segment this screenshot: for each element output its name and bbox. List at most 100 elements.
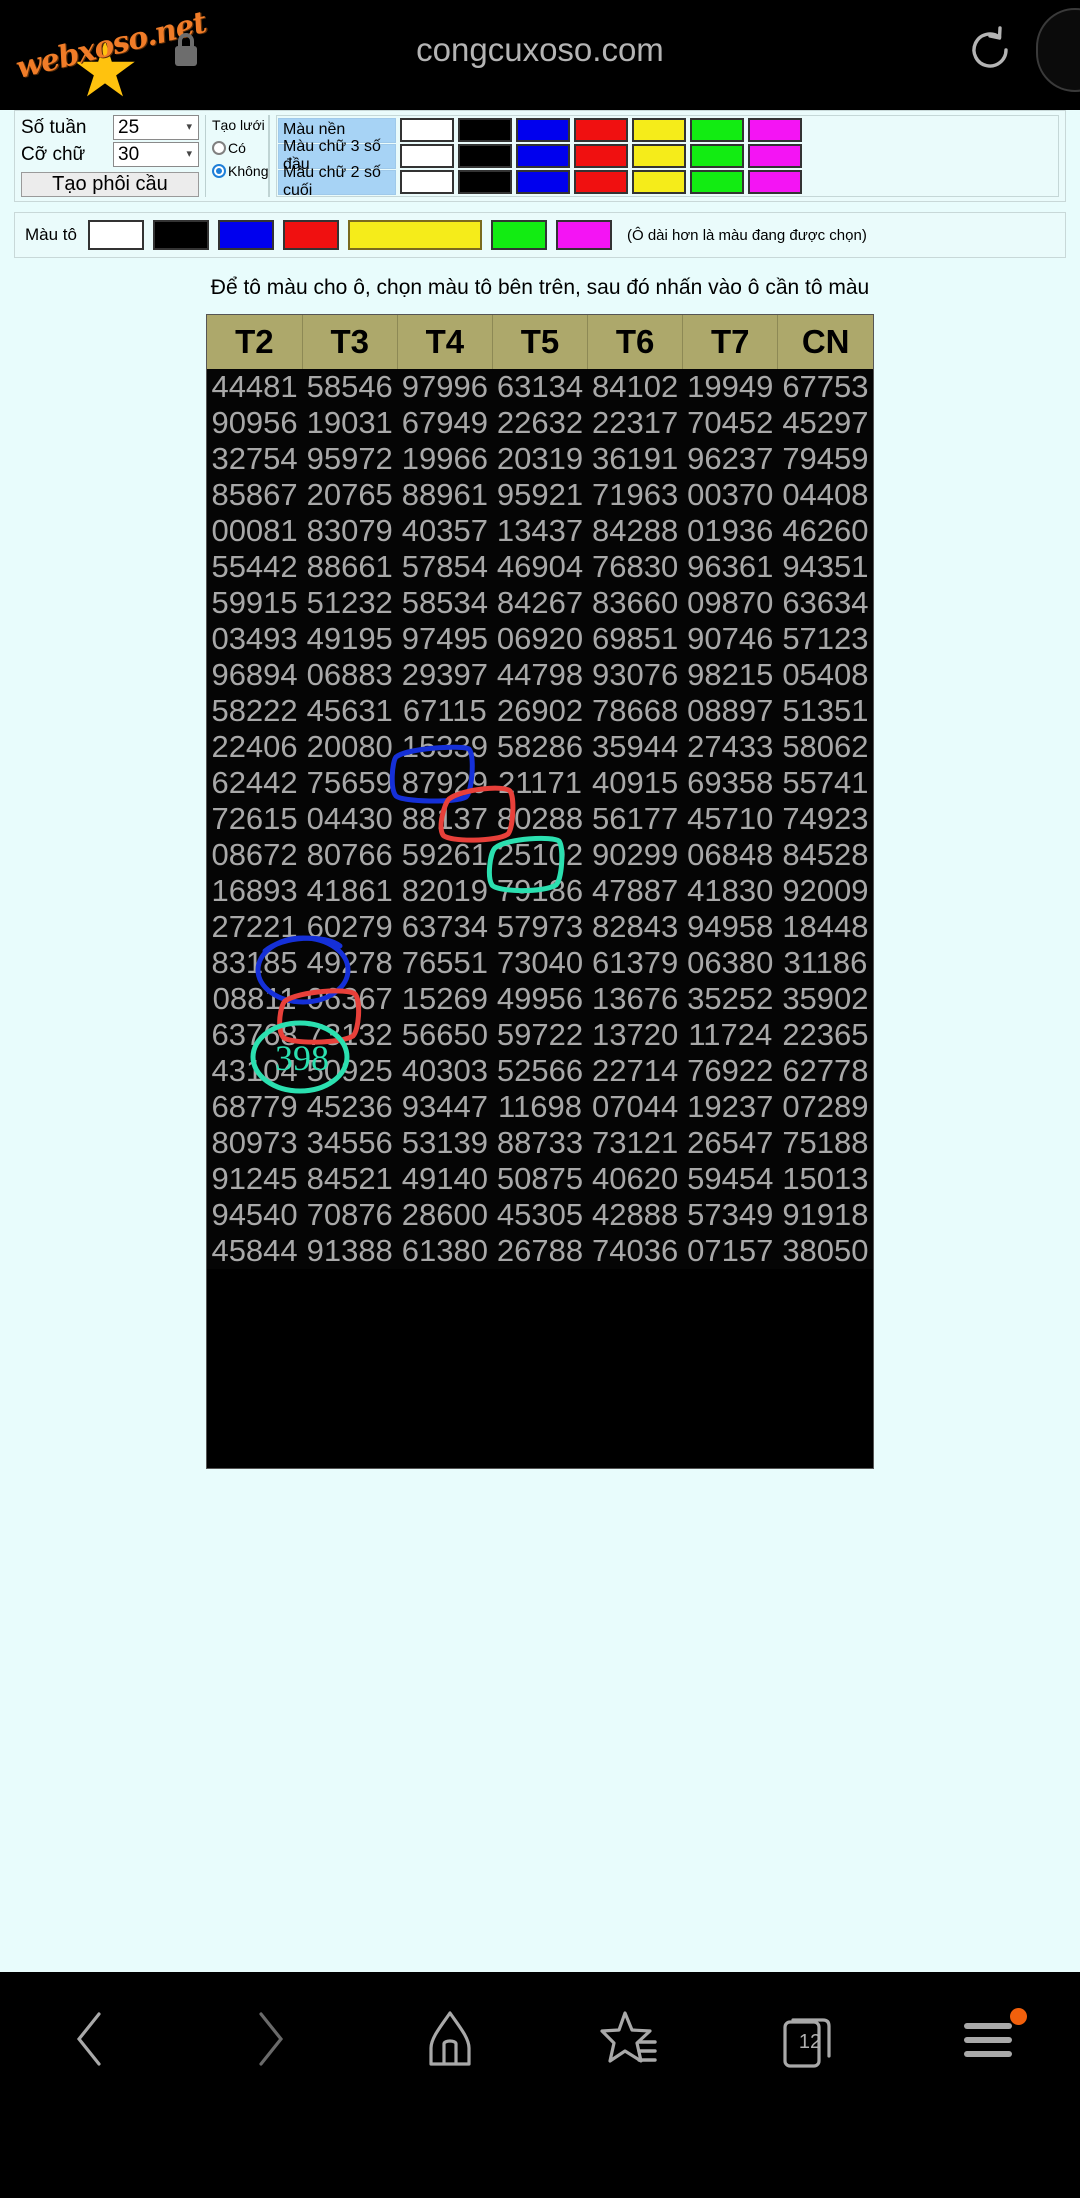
- grid-cell[interactable]: 90956: [207, 405, 303, 441]
- grid-cell[interactable]: 28600: [397, 1197, 493, 1233]
- grid-cell[interactable]: 70876: [302, 1197, 398, 1233]
- bg-swatch-yellow[interactable]: [632, 118, 686, 142]
- fill-swatch-yellow[interactable]: [347, 220, 482, 250]
- grid-cell[interactable]: 58534: [397, 585, 493, 621]
- grid-cell[interactable]: 84521: [302, 1161, 398, 1197]
- grid-cell[interactable]: 91388: [302, 1233, 398, 1269]
- grid-cell[interactable]: 31186: [777, 945, 873, 981]
- grid-cell[interactable]: 49195: [302, 621, 398, 657]
- grid-cell[interactable]: 60279: [302, 909, 398, 945]
- grid-cell[interactable]: 69358: [682, 765, 778, 801]
- grid-cell[interactable]: 56650: [397, 1017, 493, 1053]
- grid-cell[interactable]: 16893: [207, 873, 303, 909]
- grid-cell[interactable]: 01936: [682, 513, 778, 549]
- grid-cell[interactable]: 00081: [207, 513, 303, 549]
- grid-cell[interactable]: 20080: [302, 729, 398, 765]
- grid-cell[interactable]: 19237: [682, 1089, 778, 1125]
- first3-swatch-magenta[interactable]: [748, 144, 802, 168]
- grid-cell[interactable]: 79186: [492, 873, 588, 909]
- grid-cell[interactable]: 04408: [777, 477, 873, 513]
- grid-cell[interactable]: 57349: [682, 1197, 778, 1233]
- grid-cell[interactable]: 03493: [207, 621, 303, 657]
- grid-cell[interactable]: 26788: [492, 1233, 588, 1269]
- address-bar-title[interactable]: congcuxoso.com: [0, 31, 1080, 69]
- grid-cell[interactable]: 83660: [587, 585, 683, 621]
- grid-cell[interactable]: 76551: [397, 945, 493, 981]
- grid-cell[interactable]: 08811: [207, 981, 303, 1017]
- grid-cell[interactable]: 91918: [777, 1197, 873, 1233]
- grid-cell[interactable]: 96361: [682, 549, 778, 585]
- grid-cell[interactable]: 84288: [587, 513, 683, 549]
- grid-cell[interactable]: 21171: [492, 765, 588, 801]
- grid-cell[interactable]: 63634: [777, 585, 873, 621]
- grid-cell[interactable]: 97996: [397, 369, 493, 405]
- grid-cell[interactable]: 59261: [397, 837, 493, 873]
- bg-swatch-red[interactable]: [574, 118, 628, 142]
- grid-cell[interactable]: 84102: [587, 369, 683, 405]
- grid-cell[interactable]: 32754: [207, 441, 303, 477]
- grid-cell[interactable]: 05408: [777, 657, 873, 693]
- grid-cell[interactable]: 15269: [397, 981, 493, 1017]
- grid-cell[interactable]: 68779: [207, 1089, 303, 1125]
- grid-cell[interactable]: 07289: [777, 1089, 873, 1125]
- grid-cell[interactable]: 75659: [302, 765, 398, 801]
- grid-cell[interactable]: 55442: [207, 549, 303, 585]
- grid-cell[interactable]: 90299: [587, 837, 683, 873]
- grid-cell[interactable]: 06367: [302, 981, 398, 1017]
- grid-yes-option[interactable]: Có: [212, 136, 265, 159]
- last2-swatch-green[interactable]: [690, 170, 744, 194]
- grid-cell[interactable]: 87929: [397, 765, 493, 801]
- grid-cell[interactable]: 18448: [777, 909, 873, 945]
- grid-cell[interactable]: 73132: [302, 1017, 398, 1053]
- grid-cell[interactable]: 57854: [397, 549, 493, 585]
- grid-cell[interactable]: 40915: [587, 765, 683, 801]
- grid-cell[interactable]: 00370: [682, 477, 778, 513]
- grid-cell[interactable]: 46260: [777, 513, 873, 549]
- grid-cell[interactable]: 08672: [207, 837, 303, 873]
- grid-cell[interactable]: 97495: [397, 621, 493, 657]
- grid-cell[interactable]: 34556: [302, 1125, 398, 1161]
- grid-cell[interactable]: 58286: [492, 729, 588, 765]
- grid-cell[interactable]: 06883: [302, 657, 398, 693]
- grid-cell[interactable]: 58062: [777, 729, 873, 765]
- grid-cell[interactable]: 15339: [397, 729, 493, 765]
- grid-cell[interactable]: 45236: [302, 1089, 398, 1125]
- home-button[interactable]: [395, 1996, 505, 2086]
- tabs-button[interactable]: 12: [755, 1996, 865, 2086]
- grid-cell[interactable]: 11724: [682, 1017, 778, 1053]
- grid-cell[interactable]: 67949: [397, 405, 493, 441]
- first3-swatch-black[interactable]: [458, 144, 512, 168]
- grid-cell[interactable]: 22632: [492, 405, 588, 441]
- grid-cell[interactable]: 93076: [587, 657, 683, 693]
- grid-cell[interactable]: 75188: [777, 1125, 873, 1161]
- grid-cell[interactable]: 11698: [492, 1089, 588, 1125]
- grid-cell[interactable]: 13437: [492, 513, 588, 549]
- grid-cell[interactable]: 19031: [302, 405, 398, 441]
- grid-cell[interactable]: 71963: [587, 477, 683, 513]
- grid-cell[interactable]: 61379: [587, 945, 683, 981]
- grid-cell[interactable]: 88961: [397, 477, 493, 513]
- fill-swatch-green[interactable]: [490, 220, 547, 250]
- grid-cell[interactable]: 22406: [207, 729, 303, 765]
- grid-cell[interactable]: 45297: [777, 405, 873, 441]
- grid-cell[interactable]: 40357: [397, 513, 493, 549]
- fill-swatch-black[interactable]: [152, 220, 209, 250]
- lottery-grid[interactable]: T2 T3 T4 T5 T6 T7 CN 44481 58546 97996 63134 84102…: [207, 315, 873, 1269]
- grid-cell[interactable]: 45710: [682, 801, 778, 837]
- grid-cell[interactable]: 25102: [492, 837, 588, 873]
- grid-cell[interactable]: 53139: [397, 1125, 493, 1161]
- fill-swatch-blue[interactable]: [217, 220, 274, 250]
- fontsize-select[interactable]: 30 ▾: [113, 142, 199, 167]
- grid-cell[interactable]: 06920: [492, 621, 588, 657]
- grid-cell[interactable]: 51232: [302, 585, 398, 621]
- first3-swatch-yellow[interactable]: [632, 144, 686, 168]
- grid-cell[interactable]: 06380: [682, 945, 778, 981]
- grid-cell[interactable]: 88137: [397, 801, 493, 837]
- grid-cell[interactable]: 40620: [587, 1161, 683, 1197]
- grid-cell[interactable]: 72615: [207, 801, 303, 837]
- grid-cell[interactable]: 04430: [302, 801, 398, 837]
- grid-cell[interactable]: 74036: [587, 1233, 683, 1269]
- grid-cell[interactable]: 43104: [207, 1053, 303, 1089]
- first3-swatch-red[interactable]: [574, 144, 628, 168]
- menu-button[interactable]: [935, 1996, 1045, 2086]
